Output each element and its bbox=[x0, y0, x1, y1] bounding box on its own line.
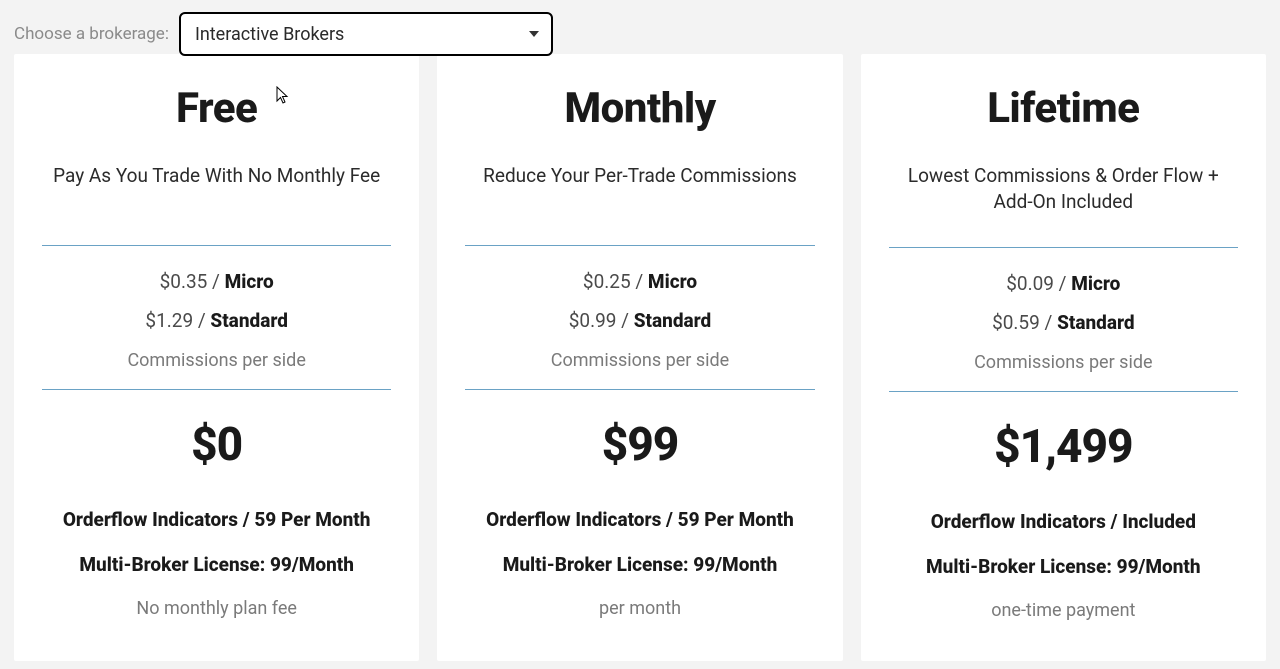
plan-footnote: No monthly plan fee bbox=[136, 598, 297, 619]
plan-title: Free bbox=[176, 84, 257, 133]
commissions-label: Commissions per side bbox=[974, 352, 1152, 373]
rate-micro: $0.25 / Micro bbox=[569, 270, 712, 293]
plan-rates: $0.09 / Micro $0.59 / Standard bbox=[992, 272, 1135, 334]
brokerage-select[interactable]: Interactive Brokers bbox=[179, 12, 553, 56]
divider bbox=[465, 389, 814, 390]
divider bbox=[42, 245, 391, 246]
header-row: Choose a brokerage: Interactive Brokers bbox=[0, 0, 1280, 56]
plan-card-free: Free Pay As You Trade With No Monthly Fe… bbox=[14, 54, 419, 661]
plan-price: $99 bbox=[602, 418, 679, 472]
divider bbox=[889, 391, 1238, 392]
brokerage-select-wrap: Interactive Brokers bbox=[179, 12, 553, 56]
plan-price: $0 bbox=[191, 418, 242, 472]
plan-feature-orderflow: Orderflow Indicators / Included bbox=[931, 510, 1196, 533]
plan-footnote: per month bbox=[599, 598, 681, 619]
plan-feature-multibroker: Multi-Broker License: 99/Month bbox=[926, 555, 1201, 578]
rate-standard: $1.29 / Standard bbox=[145, 309, 288, 332]
plan-card-monthly: Monthly Reduce Your Per-Trade Commission… bbox=[437, 54, 842, 661]
plan-feature-orderflow: Orderflow Indicators / 59 Per Month bbox=[63, 508, 371, 531]
rate-micro: $0.09 / Micro bbox=[992, 272, 1135, 295]
rate-micro: $0.35 / Micro bbox=[145, 270, 288, 293]
plan-subtitle: Lowest Commissions & Order Flow + Add-On… bbox=[889, 163, 1238, 214]
plan-subtitle: Pay As You Trade With No Monthly Fee bbox=[53, 163, 380, 189]
plan-title: Monthly bbox=[564, 84, 715, 133]
commissions-label: Commissions per side bbox=[127, 350, 305, 371]
plan-footnote: one-time payment bbox=[991, 600, 1135, 621]
brokerage-label: Choose a brokerage: bbox=[14, 24, 169, 44]
plan-price: $1,499 bbox=[994, 420, 1133, 474]
commissions-label: Commissions per side bbox=[551, 350, 729, 371]
plan-title: Lifetime bbox=[987, 84, 1139, 133]
divider bbox=[465, 245, 814, 246]
plan-rates: $0.25 / Micro $0.99 / Standard bbox=[569, 270, 712, 332]
plan-feature-orderflow: Orderflow Indicators / 59 Per Month bbox=[486, 508, 794, 531]
plan-feature-multibroker: Multi-Broker License: 99/Month bbox=[503, 553, 778, 576]
divider bbox=[889, 247, 1238, 248]
rate-standard: $0.59 / Standard bbox=[992, 311, 1135, 334]
pricing-cards: Free Pay As You Trade With No Monthly Fe… bbox=[0, 54, 1280, 661]
plan-card-lifetime: Lifetime Lowest Commissions & Order Flow… bbox=[861, 54, 1266, 661]
plan-feature-multibroker: Multi-Broker License: 99/Month bbox=[79, 553, 354, 576]
rate-standard: $0.99 / Standard bbox=[569, 309, 712, 332]
plan-subtitle: Reduce Your Per-Trade Commissions bbox=[483, 163, 797, 189]
plan-rates: $0.35 / Micro $1.29 / Standard bbox=[145, 270, 288, 332]
divider bbox=[42, 389, 391, 390]
